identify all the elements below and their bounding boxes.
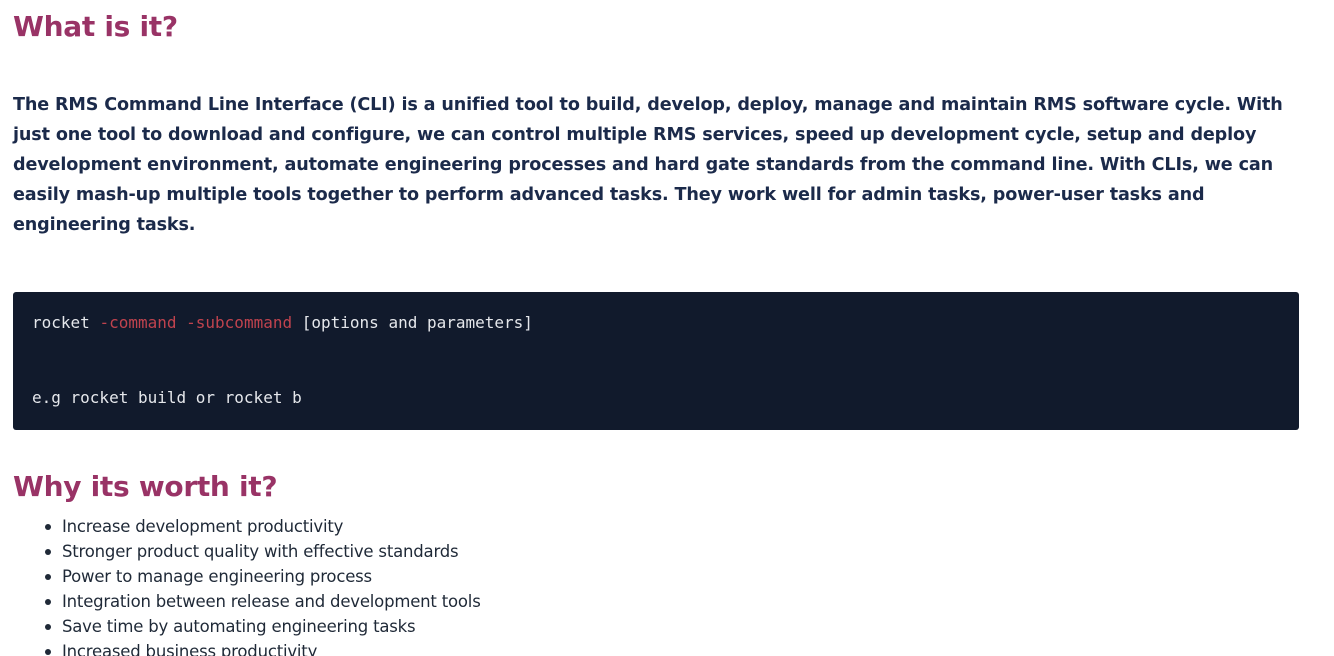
- document-page: What is it? The RMS Command Line Interfa…: [0, 0, 1334, 656]
- list-item: Increased business productivity: [45, 639, 1314, 656]
- what-is-it-heading: What is it?: [13, 10, 178, 43]
- command-syntax-line: rocket -command -subcommand [options and…: [32, 312, 1280, 334]
- list-item-text: Stronger product quality with effective …: [62, 542, 459, 561]
- list-item: Power to manage engineering process: [45, 564, 1314, 589]
- list-item-text: Increase development productivity: [62, 517, 344, 536]
- code-block: rocket -command -subcommand [options and…: [13, 292, 1299, 430]
- code-params: [options and parameters]: [301, 313, 533, 332]
- list-item-text: Save time by automating engineering task…: [62, 617, 416, 636]
- bullet-icon: [45, 624, 51, 630]
- cli-description: The RMS Command Line Interface (CLI) is …: [13, 95, 1283, 235]
- bullet-icon: [45, 524, 51, 530]
- list-item-text: Increased business productivity: [62, 642, 318, 656]
- list-item: Integration between release and developm…: [45, 589, 1314, 614]
- why-worth-it-heading: Why its worth it?: [13, 470, 278, 503]
- code-command: rocket: [32, 313, 90, 332]
- bullet-icon: [45, 574, 51, 580]
- list-item-text: Integration between release and developm…: [62, 592, 481, 611]
- code-flag-command: -command: [99, 313, 177, 332]
- list-item: Stronger product quality with effective …: [45, 539, 1314, 564]
- list-item: Increase development productivity: [45, 514, 1314, 539]
- list-item-text: Power to manage engineering process: [62, 567, 372, 586]
- bullet-icon: [45, 649, 51, 655]
- benefits-list: Increase development productivity Strong…: [13, 514, 1314, 656]
- code-example-line: e.g rocket build or rocket b: [32, 388, 302, 407]
- bullet-icon: [45, 599, 51, 605]
- bullet-icon: [45, 549, 51, 555]
- code-flag-subcommand: -subcommand: [186, 313, 293, 332]
- list-item: Save time by automating engineering task…: [45, 614, 1314, 639]
